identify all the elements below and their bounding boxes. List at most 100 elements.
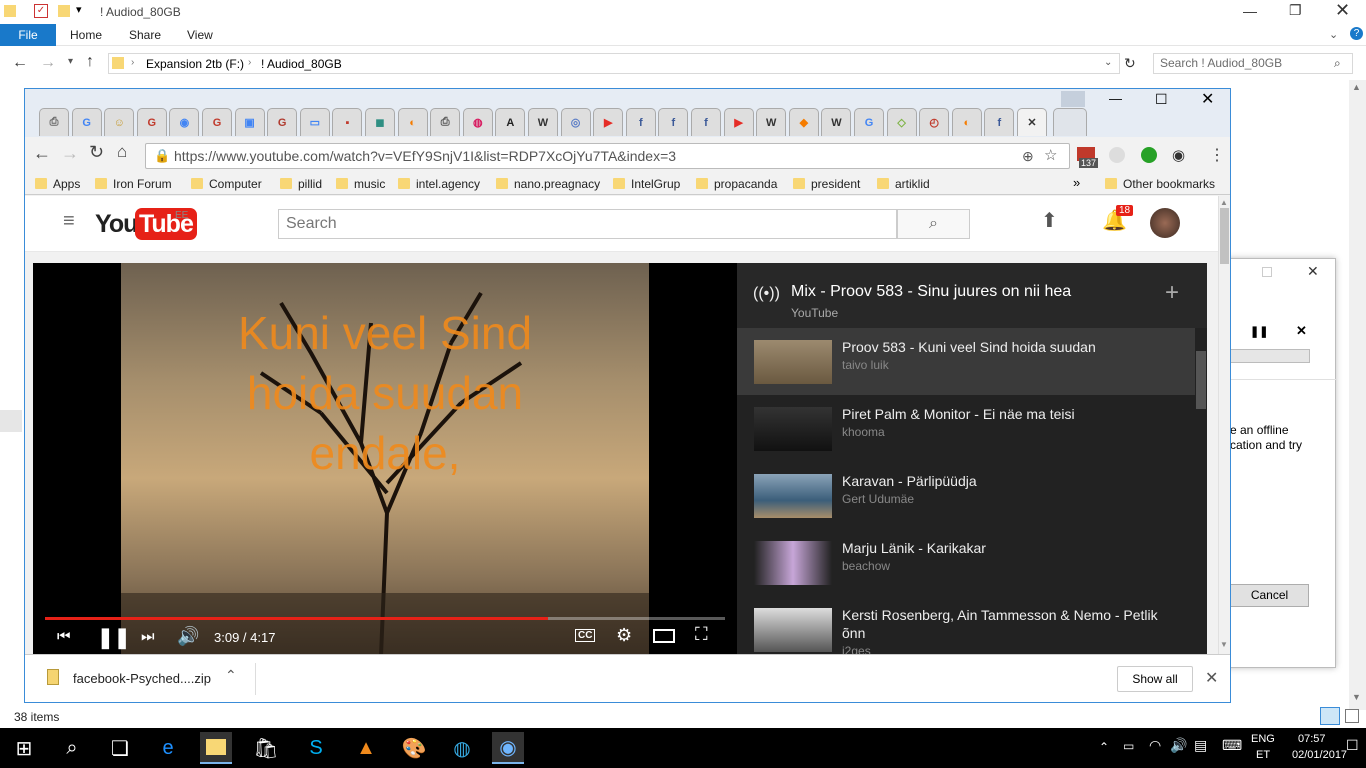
bookmark-star-icon[interactable]: ☆ (1044, 144, 1057, 168)
edge-browser-icon[interactable]: e (152, 732, 184, 764)
volume-icon[interactable]: 🔊 (1170, 737, 1187, 754)
youtube-logo-you[interactable]: You (95, 210, 138, 239)
hamburger-menu-icon[interactable]: ≡ (63, 210, 75, 233)
browser-tab[interactable]: ◼ (365, 108, 395, 136)
more-bookmarks-button[interactable]: » (1073, 175, 1080, 190)
download-filename[interactable]: facebook-Psyched....zip (73, 671, 211, 686)
browser-tab[interactable]: G (71, 108, 102, 136)
recent-dropdown-icon[interactable]: ▾ (68, 56, 73, 67)
ribbon-tab-home[interactable]: Home (70, 24, 102, 46)
breadcrumb-folder[interactable]: ! Audiod_80GB (261, 57, 342, 71)
browser-tab[interactable]: W (821, 108, 852, 136)
details-view-icon[interactable] (1320, 707, 1340, 725)
playlist-title[interactable]: Mix - Proov 583 - Sinu juures on nii hea (791, 283, 1071, 301)
video-thumbnail[interactable] (754, 474, 832, 518)
app-icon[interactable]: ◍ (446, 732, 478, 764)
forward-arrow-icon[interactable]: → (61, 143, 79, 164)
bookmark-item[interactable]: Apps (35, 174, 80, 194)
task-view-icon[interactable]: ❏ (104, 732, 136, 764)
cancel-button[interactable]: Cancel (1230, 584, 1309, 607)
keyboard-icon[interactable]: ⌨ (1222, 737, 1242, 754)
chevron-up-icon[interactable]: ⌃ (225, 667, 237, 684)
bookmark-item[interactable]: music (336, 174, 385, 194)
vlc-icon[interactable]: ▲ (350, 732, 382, 764)
maximize-icon[interactable] (1262, 267, 1272, 277)
address-dropdown-icon[interactable]: ⌄ (1104, 57, 1112, 68)
captions-icon[interactable]: CC (575, 629, 596, 642)
playlist-item-title[interactable]: Kersti Rosenberg, Ain Tammesson & Nemo -… (842, 606, 1182, 642)
profile-avatar-icon[interactable] (1061, 91, 1085, 107)
show-hidden-icons-icon[interactable]: ⌃ (1099, 740, 1109, 754)
browser-tab[interactable]: f (658, 108, 689, 136)
playlist-item[interactable]: Kersti Rosenberg, Ain Tammesson & Nemo -… (737, 596, 1195, 655)
store-icon[interactable]: 🛍 (250, 732, 282, 764)
breadcrumb-drive[interactable]: Expansion 2tb (F:) (146, 57, 244, 71)
browser-tab[interactable]: ▣ (234, 108, 265, 136)
browser-tab[interactable]: f (984, 108, 1015, 136)
explorer-search-input[interactable]: Search ! Audiod_80GB (1153, 53, 1353, 74)
new-folder-icon[interactable] (58, 5, 70, 17)
bookmark-item[interactable]: Iron Forum (95, 174, 172, 194)
bookmark-item[interactable]: artiklid (877, 174, 930, 194)
properties-icon[interactable]: ✓ (34, 4, 48, 18)
playlist-item[interactable]: Piret Palm & Monitor - Ei näe ma teisi kh… (737, 395, 1195, 462)
iron-browser-icon[interactable]: ◉ (492, 732, 524, 764)
browser-tab[interactable]: ⎙ (39, 108, 69, 136)
add-playlist-icon[interactable]: + (1165, 279, 1179, 307)
pause-icon[interactable]: ❚❚ (97, 625, 131, 650)
ribbon-tab-share[interactable]: Share (129, 24, 161, 46)
show-all-button[interactable]: Show all (1117, 666, 1193, 692)
settings-gear-icon[interactable]: ⚙ (616, 625, 632, 646)
browser-tab[interactable]: G (136, 108, 167, 136)
video-thumbnail[interactable] (754, 407, 832, 451)
bookmark-item[interactable]: pillid (280, 174, 322, 194)
browser-tab[interactable]: f (691, 108, 721, 136)
avatar[interactable] (1150, 208, 1180, 238)
bookmark-item[interactable]: Computer (191, 174, 262, 194)
browser-tab[interactable]: ◎ (560, 108, 591, 136)
browser-tab[interactable]: G (267, 108, 298, 136)
upload-icon[interactable]: ⬆ (1041, 208, 1058, 233)
playlist-item[interactable]: Marju Länik - Karikakar beachow (737, 529, 1195, 596)
browser-tab[interactable]: ◐ (951, 108, 982, 136)
home-icon[interactable]: ⌂ (117, 142, 127, 162)
zoom-icon[interactable]: ⊕ (1022, 144, 1034, 168)
playlist-item-title[interactable]: Marju Länik - Karikakar (842, 539, 1182, 557)
close-icon[interactable]: ✕ (1201, 89, 1214, 109)
bookmark-item[interactable]: IntelGrup (613, 174, 680, 194)
previous-icon[interactable]: ⏮ (57, 628, 71, 645)
video-player[interactable]: Kuni veel Sind hoida suudan endale, ⏮ ❚❚… (33, 263, 737, 655)
bookmark-item[interactable]: intel.agency (398, 174, 480, 194)
file-explorer-icon[interactable] (200, 732, 232, 764)
browser-tab[interactable]: ▶ (723, 108, 754, 136)
reload-icon[interactable]: ↻ (89, 142, 104, 163)
other-bookmarks[interactable]: Other bookmarks (1105, 174, 1215, 194)
ribbon-tab-view[interactable]: View (187, 24, 213, 46)
action-center-message-icon[interactable]: ▤ (1194, 737, 1207, 754)
maximize-icon[interactable]: ☐ (1155, 91, 1168, 108)
browser-tab[interactable]: W (528, 108, 558, 136)
up-arrow-icon[interactable]: ↑ (86, 53, 94, 71)
playlist-item-title[interactable]: Piret Palm & Monitor - Ei näe ma teisi (842, 405, 1182, 423)
extension-disabled-icon[interactable] (1109, 147, 1125, 163)
wifi-icon[interactable]: ◠ (1149, 737, 1161, 754)
menu-icon[interactable]: ⋮ (1209, 145, 1225, 165)
page-scroll-thumb[interactable] (1220, 208, 1229, 264)
back-arrow-icon[interactable]: ← (12, 54, 28, 72)
browser-tab[interactable]: ☺ (104, 108, 135, 136)
browser-tab[interactable]: ▭ (299, 108, 330, 136)
paint-icon[interactable]: 🎨 (398, 732, 430, 764)
clock-time[interactable]: 07:57 (1298, 733, 1326, 745)
new-tab-button[interactable] (1053, 108, 1087, 136)
search-button[interactable]: ⌕ (897, 209, 970, 239)
browser-tab[interactable]: ◆ (788, 108, 819, 136)
page-scrollbar[interactable]: ▲ ▼ (1218, 196, 1230, 654)
playlist-item-title[interactable]: Karavan - Pärlipüüdja (842, 472, 1182, 490)
close-icon[interactable]: ✕ (1307, 263, 1319, 280)
restore-icon[interactable]: ❐ (1289, 2, 1302, 19)
video-thumbnail[interactable] (754, 608, 832, 652)
bookmark-item[interactable]: president (793, 174, 860, 194)
scroll-up-icon[interactable]: ▲ (1220, 198, 1228, 207)
browser-tab[interactable]: A (495, 108, 526, 136)
cancel-x-icon[interactable]: ✕ (1296, 323, 1307, 339)
